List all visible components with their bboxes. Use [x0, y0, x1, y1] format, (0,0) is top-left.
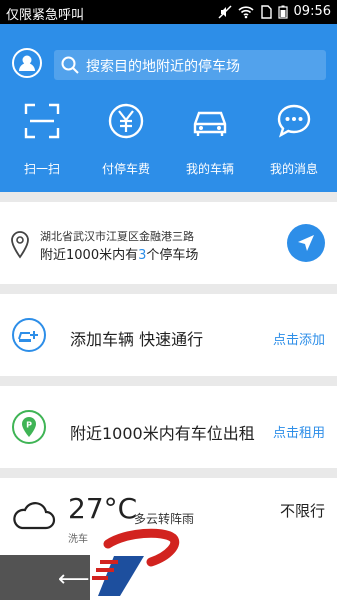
svg-text:P: P [26, 421, 32, 430]
status-bar: 仅限紧急呼叫 09:56 [0, 0, 337, 24]
scan-label: 扫一扫 [23, 162, 60, 176]
nearby-prefix: 附近1000米内有 [40, 248, 139, 263]
my-messages-label: 我的消息 [269, 162, 318, 176]
clock: 09:56 [293, 4, 331, 19]
parking-icon-wrap: P [12, 410, 46, 444]
add-car-icon [18, 331, 38, 342]
my-cars-button[interactable]: 我的车辆 [168, 102, 252, 177]
back-arrow-icon[interactable]: ⟵ [58, 567, 90, 592]
navigate-button[interactable] [287, 224, 325, 262]
parking-icon: P [22, 417, 36, 437]
nearby-suffix: 个停车场 [146, 248, 199, 263]
chat-icon [277, 104, 311, 138]
header-panel: 搜索目的地附近的停车场 扫一扫 付停车费 我的车辆 我的消息 [0, 24, 337, 192]
search-placeholder: 搜索目的地附近的停车场 [86, 59, 240, 75]
yen-icon [108, 103, 144, 139]
add-car-link[interactable]: 点击添加 [273, 329, 325, 348]
scan-button[interactable]: 扫一扫 [0, 102, 84, 177]
rent-spot-link[interactable]: 点击租用 [273, 422, 325, 441]
battery-icon [277, 5, 288, 19]
carrier-label: 仅限紧急呼叫 [6, 8, 85, 23]
sim-icon [260, 4, 272, 19]
rent-spot-card[interactable]: P 附近1000米内有车位出租 点击租用 [0, 386, 337, 468]
search-input[interactable]: 搜索目的地附近的停车场 [54, 50, 326, 80]
user-icon [19, 55, 35, 71]
add-car-title: 添加车辆 快速通行 [70, 330, 204, 349]
mute-icon [218, 4, 232, 19]
cloud-icon [13, 502, 56, 530]
car-icon [193, 111, 227, 136]
scan-icon [24, 103, 60, 139]
weather-temperature: 27°C [68, 492, 138, 525]
search-icon [61, 56, 79, 74]
wifi-icon [237, 5, 254, 18]
my-messages-button[interactable]: 我的消息 [252, 102, 336, 177]
avatar[interactable] [12, 48, 42, 78]
rent-spot-title: 附近1000米内有车位出租 [70, 424, 255, 443]
location-pin-icon [11, 231, 29, 259]
traffic-restriction: 不限行 [279, 502, 325, 520]
location-address: 湖北省武汉市江夏区金融港三路 [40, 230, 194, 243]
pay-parking-button[interactable]: 付停车费 [84, 102, 168, 177]
nearby-parking-text: 附近1000米内有3个停车场 [40, 244, 198, 263]
add-car-icon-wrap [12, 318, 46, 352]
pay-parking-label: 付停车费 [101, 162, 150, 176]
app-logo [92, 528, 180, 596]
location-card: 湖北省武汉市江夏区金融港三路 附近1000米内有3个停车场 [0, 202, 337, 284]
navigation-arrow-icon [298, 235, 314, 251]
add-car-card[interactable]: 添加车辆 快速通行 点击添加 [0, 294, 337, 376]
my-cars-label: 我的车辆 [185, 162, 234, 176]
car-wash-index: 洗车 [68, 534, 88, 545]
